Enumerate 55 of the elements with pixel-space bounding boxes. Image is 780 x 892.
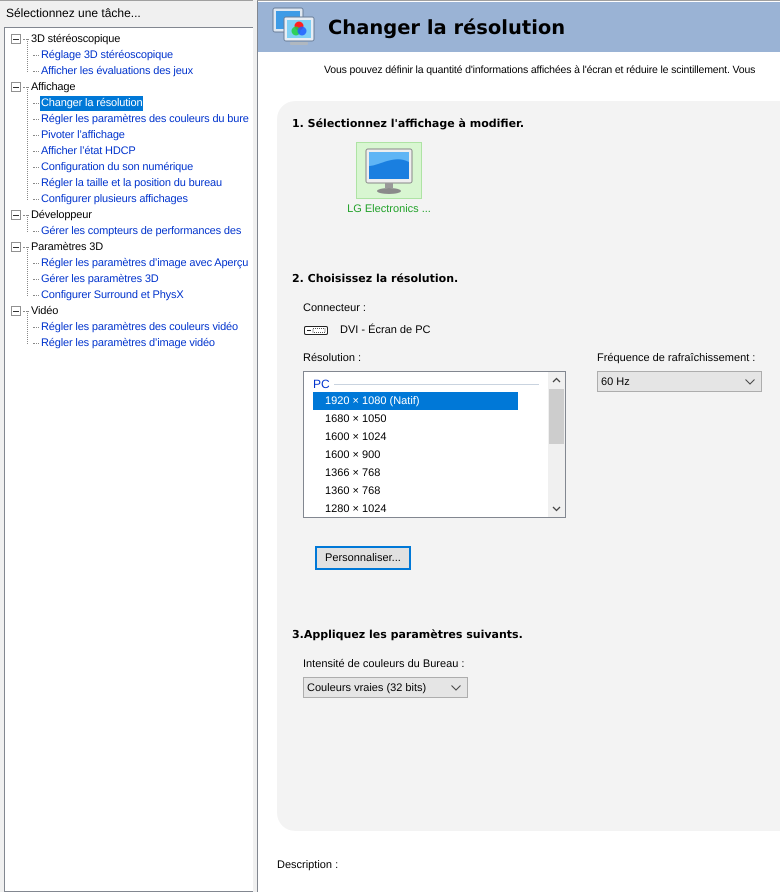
tree-item[interactable]: Régler les paramètres des couleurs vidéo [40,320,239,334]
monitor-icon [364,146,414,196]
tree-group[interactable]: Vidéo [30,305,60,317]
tree-item[interactable]: Pivoter l’affichage [40,128,126,142]
tree-item[interactable]: Gérer les paramètres 3D [40,272,160,286]
scrollbar[interactable] [548,372,565,517]
resolution-option[interactable]: 1366 × 768 [313,464,518,482]
collapse-icon[interactable] [11,210,21,220]
intro-text: Vous pouvez définir la quantité d'informations affichées à l'écran et réduire le scintillement. Vous [323,63,756,78]
chevron-down-icon [451,684,461,690]
field-label: Fréquence de rafraîchissement : [597,352,756,364]
collapse-icon[interactable] [11,306,21,316]
collapse-icon[interactable] [11,34,21,44]
resolution-option[interactable]: 1680 × 1050 [313,410,518,428]
collapse-icon[interactable] [11,82,21,92]
tree-group[interactable]: Affichage [30,81,76,93]
section-heading: 1. Sélectionnez l'affichage à modifier. [292,117,526,130]
tree-group[interactable]: 3D stéréoscopique [30,33,122,45]
field-label: Résolution : [303,352,362,364]
tree-item[interactable]: Afficher l’état HDCP [40,144,137,158]
field-label: Connecteur : [303,302,367,314]
resolution-option[interactable]: 1920 × 1080 (Natif) [313,392,518,410]
refresh-dropdown[interactable]: 60 Hz [597,371,762,392]
page-title: Changer la résolution [328,16,566,38]
display-tile[interactable] [356,142,422,199]
color-depth-dropdown[interactable]: Couleurs vraies (32 bits) [303,677,468,698]
customize-button[interactable]: Personnaliser... [315,546,411,570]
tree-item[interactable]: Configuration du son numérique [40,160,194,174]
group-header: PC [313,377,330,391]
tree-group[interactable]: Développeur [30,209,93,221]
chevron-down-icon [745,378,755,384]
resolution-list[interactable]: PC 1920 × 1080 (Natif) 1680 × 1050 1600 × 1024 1600 × 900 1366 × 768 1360 × 768 1280 × 1024 [303,371,566,518]
resolution-option[interactable]: 1280 × 1024 [313,500,518,517]
resolution-option[interactable]: 1360 × 768 [313,482,518,500]
tree-item[interactable]: Configurer Surround et PhysX [40,288,185,302]
pane-title: Sélectionnez une tâche... [5,5,142,22]
description-label: Description : [277,859,338,871]
tree-group[interactable]: Paramètres 3D [30,241,104,253]
field-label: Intensité de couleurs du Bureau : [303,658,466,670]
tree-item[interactable]: Régler les paramètres d’image avec Aperçu [40,256,250,270]
tree-item[interactable]: Changer la résolution [40,96,144,110]
connector-icon [304,326,328,334]
tree-item[interactable]: Régler les paramètres d’image vidéo [40,336,216,350]
section-heading: 2. Choisissez la résolution. [292,272,460,285]
resolution-option[interactable]: 1600 × 1024 [313,428,518,446]
tree-item[interactable]: Afficher les évaluations des jeux [40,64,194,78]
tree-item[interactable]: Régler la taille et la position du bureau [40,176,223,190]
resolution-option[interactable]: 1600 × 900 [313,446,518,464]
tree-item[interactable]: Gérer les compteurs de performances des [40,224,242,238]
section-heading: 3.Appliquez les paramètres suivants. [292,628,524,641]
connector-value: DVI - Écran de PC [340,324,430,336]
collapse-icon[interactable] [11,242,21,252]
tree-item[interactable]: Réglage 3D stéréoscopique [40,48,174,62]
tree-item[interactable]: Configurer plusieurs affichages [40,192,189,206]
tree-item[interactable]: Régler les paramètres des couleurs du bure [40,112,250,126]
